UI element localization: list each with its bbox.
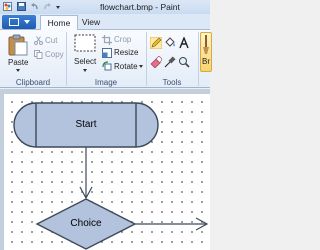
choice-shape-label: Choice — [70, 218, 102, 229]
start-shape-label: Start — [75, 119, 97, 130]
